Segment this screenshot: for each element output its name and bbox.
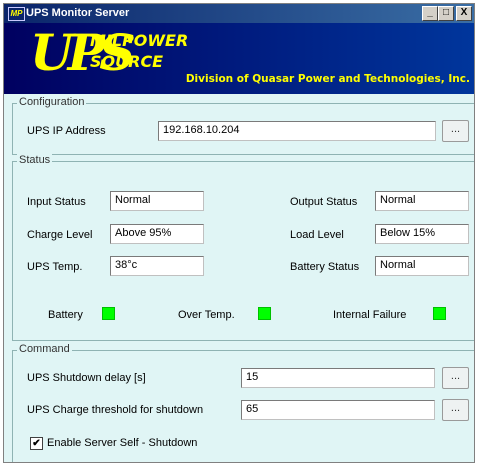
command-group: Command UPS Shutdown delay [s] 15 ... UP… xyxy=(12,343,474,462)
battery-status-label: Battery Status xyxy=(290,261,360,273)
internal-failure-indicator-label: Internal Failure xyxy=(333,309,407,321)
configuration-legend: Configuration xyxy=(17,96,87,108)
minimize-button[interactable]: _ xyxy=(422,6,438,21)
battery-indicator-label: Battery xyxy=(48,309,83,321)
over-temp-led-icon xyxy=(258,307,271,320)
self-shutdown-label[interactable]: Enable Server Self - Shutdown xyxy=(47,437,197,449)
window-title: UPS Monitor Server xyxy=(26,7,130,19)
main-window: MP UPS Monitor Server _ □ X UPS MILPOWER… xyxy=(3,3,475,463)
charge-threshold-label: UPS Charge threshold for shutdown xyxy=(27,404,204,416)
input-status-field: Normal xyxy=(110,191,204,211)
load-level-field: Below 15% xyxy=(375,224,469,244)
ip-address-field[interactable]: 192.168.10.204 xyxy=(158,121,436,141)
shutdown-delay-label: UPS Shutdown delay [s] xyxy=(27,372,146,384)
title-bar[interactable]: MP UPS Monitor Server _ □ X xyxy=(4,4,474,23)
division-text: Division of Quasar Power and Technologie… xyxy=(185,73,470,85)
ip-browse-button[interactable]: ... xyxy=(442,120,469,142)
status-legend: Status xyxy=(17,154,53,166)
output-status-label: Output Status xyxy=(290,196,358,208)
charge-threshold-browse-button[interactable]: ... xyxy=(442,399,469,421)
shutdown-delay-browse-button[interactable]: ... xyxy=(442,367,469,389)
ip-address-label: UPS IP Address xyxy=(27,125,106,137)
charge-threshold-field[interactable]: 65 xyxy=(241,400,435,420)
self-shutdown-checkbox[interactable]: ✔ xyxy=(30,437,43,450)
command-legend: Command xyxy=(17,343,72,355)
status-group: Status Input Status Normal Output Status… xyxy=(12,154,474,341)
logo-milpower-text: MILPOWER xyxy=(90,31,189,50)
internal-failure-led-icon xyxy=(433,307,446,320)
logo-source-text: SOURCE xyxy=(90,52,164,71)
battery-led-icon xyxy=(102,307,115,320)
ups-temp-label: UPS Temp. xyxy=(27,261,83,273)
over-temp-indicator-label: Over Temp. xyxy=(178,309,235,321)
configuration-group: Configuration UPS IP Address 192.168.10.… xyxy=(12,96,474,155)
charge-level-label: Charge Level xyxy=(27,229,93,241)
ups-temp-field: 38°c xyxy=(110,256,204,276)
charge-level-field: Above 95% xyxy=(110,224,204,244)
close-button[interactable]: X xyxy=(456,6,472,21)
battery-status-field: Normal xyxy=(375,256,469,276)
input-status-label: Input Status xyxy=(27,196,86,208)
company-banner: UPS MILPOWER SOURCE Division of Quasar P… xyxy=(4,23,474,94)
app-logo-icon: MP xyxy=(8,7,25,21)
load-level-label: Load Level xyxy=(290,229,344,241)
maximize-button[interactable]: □ xyxy=(438,6,454,21)
shutdown-delay-field[interactable]: 15 xyxy=(241,368,435,388)
output-status-field: Normal xyxy=(375,191,469,211)
